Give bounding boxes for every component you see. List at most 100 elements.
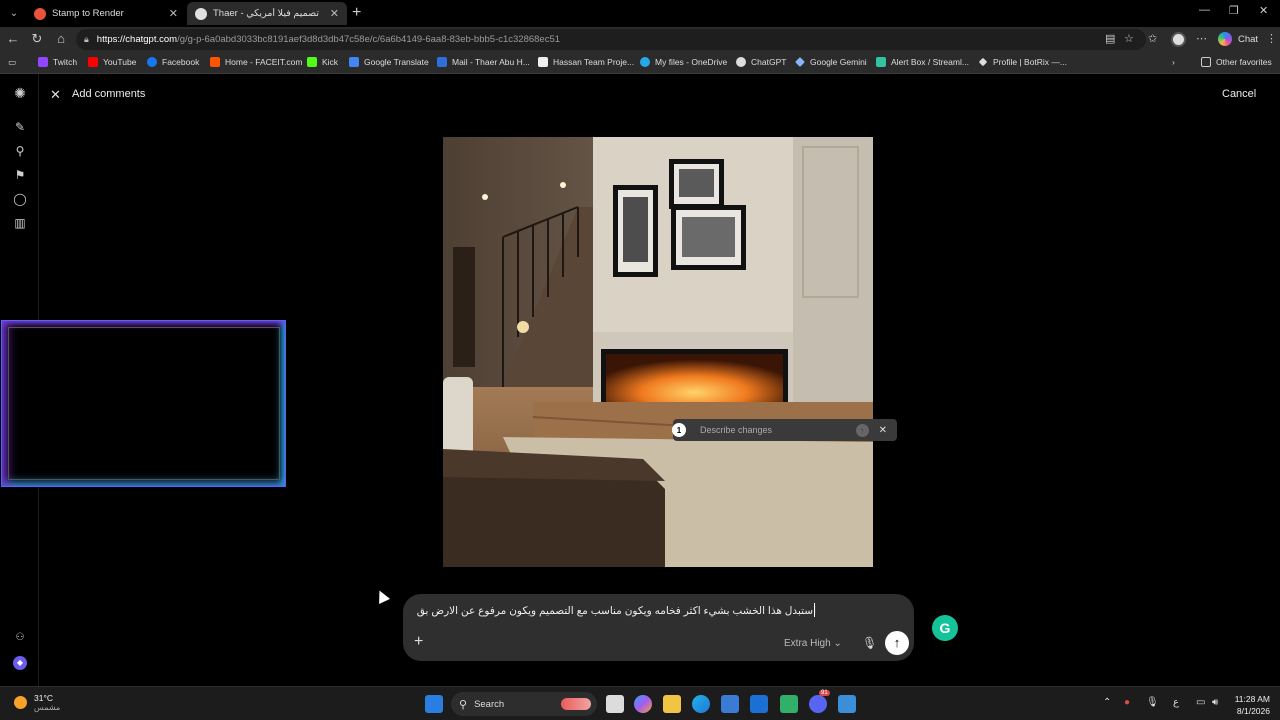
copilot-app-icon[interactable] [634,695,652,713]
discord-badge: 91 [819,690,830,696]
bookmark-alert-box[interactable]: Alert Box / Streaml... [876,57,969,67]
pinned-app-icon[interactable] [838,695,856,713]
clock-time: 11:28 AM [1234,694,1270,704]
team-icon[interactable]: ⚇ [13,631,27,645]
bookmarks-menu-icon[interactable]: ▭ [8,57,16,68]
weather-temp: 31°C [34,693,53,703]
back-button[interactable]: ← [4,31,22,46]
home-button[interactable]: ⌂ [52,31,70,46]
favorite-star-icon[interactable]: ☆ [1124,32,1134,45]
bookmark-hassan-team[interactable]: Hassan Team Proje... [538,57,634,67]
close-window-button[interactable]: ✕ [1259,4,1268,17]
bookmark-youtube[interactable]: YouTube [88,57,136,67]
new-chat-icon[interactable]: ✎ [13,120,27,134]
library-icon[interactable]: ▥ [13,216,27,230]
url-path: /g/g-p-6a0abd3033bc8191aef3d8d3db47c58e/… [177,34,561,45]
tab-favicon-icon [34,7,46,20]
google-translate-icon [349,57,359,67]
sidebar-toggle-icon[interactable]: ⋮ [1266,32,1277,45]
bookmark-chatgpt[interactable]: ChatGPT [736,57,786,67]
kick-icon [307,57,317,67]
prompt-composer: استبدل هذا الخشب بشيء اكثر فخامه ويكون م… [403,594,914,661]
bookmark-mail[interactable]: Mail - Thaer Abu H... [437,57,530,67]
text-caret [814,603,815,617]
prompt-input[interactable]: استبدل هذا الخشب بشيء اكثر فخامه ويكون م… [417,605,816,617]
favorites-icon[interactable]: ✩ [1148,32,1157,45]
comment-number-badge[interactable]: 1 [672,423,686,437]
discord-icon[interactable]: 91 [809,690,830,713]
address-row: ← ↻ ⌂ 🔒︎ https://chatgpt.com/g/g-p-6a0ab… [0,27,1280,52]
bookmark-botrix[interactable]: Profile | BotRix —... [978,57,1067,67]
send-button[interactable]: ↑ [885,631,909,655]
file-explorer-icon[interactable] [663,695,681,713]
bookmarks-overflow-icon[interactable]: › [1172,57,1175,67]
user-avatar-icon[interactable]: ◆ [13,656,27,670]
gemini-icon [795,57,805,67]
more-menu-icon[interactable]: ⋯ [1196,32,1207,45]
profile-avatar[interactable] [1171,32,1186,47]
start-windows-icon[interactable] [425,695,443,713]
tab-thaer-villa[interactable]: Thaer - تصميم فيلا أمريكي ✕ [187,2,347,25]
search-icon[interactable]: ⚲ [13,144,27,158]
microphone-icon[interactable]: 🎙︎ [862,636,877,650]
url-host: https://chatgpt.com [96,34,178,45]
restore-button[interactable]: ❐ [1229,4,1239,17]
close-tab-icon[interactable]: ✕ [169,7,178,20]
bookmark-kick[interactable]: Kick [307,57,338,67]
task-view-icon[interactable] [606,695,624,713]
site-info-icon[interactable]: 🔒︎ [84,34,89,45]
minimize-button[interactable]: — [1199,4,1210,16]
bookmark-faceit[interactable]: Home - FACEIT.com [210,57,302,67]
pin-icon[interactable]: ⚑ [13,168,27,182]
network-icon[interactable]: ▭ [1196,697,1205,708]
generated-image[interactable] [443,137,873,567]
chatgpt-icon [736,57,746,67]
taskbar-search[interactable]: ⚲ Search [451,692,597,716]
copilot-chat-button[interactable]: Chat [1218,32,1258,46]
editor-title: Add comments [72,88,146,100]
store-icon[interactable] [721,695,739,713]
tray-mic-icon[interactable]: 🎙︎ [1146,697,1159,708]
bookmark-gemini[interactable]: Google Gemini [795,57,867,67]
tab-strip: ⌄ Stamp to Render ✕ Thaer - تصميم فيلا أ… [0,0,1280,27]
close-editor-icon[interactable]: ✕ [50,87,61,103]
weather-condition: مشمس [34,703,61,712]
bookmark-facebook[interactable]: Facebook [147,57,199,67]
openai-logo-icon[interactable]: ✺ [13,86,27,100]
bookmark-onedrive[interactable]: My files - OneDrive [640,57,727,67]
tray-app-icon[interactable]: ● [1124,697,1130,708]
describe-changes-input[interactable]: Describe changes [700,425,856,435]
submit-comment-icon[interactable]: ↑ [855,423,869,437]
show-hidden-icons-icon[interactable]: ⌃ [1103,697,1111,708]
stream-overlay-frame [1,320,286,487]
language-indicator[interactable]: ع [1173,697,1179,708]
outlook-icon[interactable] [750,695,768,713]
new-tab-button[interactable]: + [352,4,368,22]
tab-actions-menu[interactable]: ⌄ [4,4,24,22]
refresh-button[interactable]: ↻ [28,31,46,47]
cancel-button[interactable]: Cancel [1222,88,1256,100]
system-clock[interactable]: 11:28 AM 8/1/2026 [1226,693,1270,717]
address-bar[interactable]: 🔒︎ https://chatgpt.com/g/g-p-6a0abd3033b… [76,29,1146,50]
bookmark-google-translate[interactable]: Google Translate [349,57,429,67]
bookmark-twitch[interactable]: Twitch [38,57,77,67]
model-selector[interactable]: Extra High ⌄ [784,638,842,649]
taskbar-search-label: Search [474,698,505,710]
add-attachment-icon[interactable]: + [414,633,423,651]
speaker-icon[interactable]: 🔊︎ [1212,697,1218,708]
weather-widget[interactable]: 31°C مشمس [14,693,60,712]
chatgpt-favicon-icon [195,7,207,20]
folder-icon [1201,57,1211,67]
edge-icon[interactable] [692,695,710,713]
xbox-app-icon[interactable] [780,695,798,713]
copilot-label: Chat [1238,33,1259,45]
tab-stamp-to-render[interactable]: Stamp to Render ✕ [26,2,186,25]
other-favorites-folder[interactable]: Other favorites [1201,57,1272,67]
reading-view-icon[interactable]: ▤ [1105,32,1115,45]
close-tab-icon[interactable]: ✕ [330,7,339,20]
grammarly-icon[interactable]: G [932,615,958,641]
chatgpt-app: ✺ ✎ ⚲ ⚑ ◯ ▥ ⚇ ◆ ✕ Add comments Cancel 1 … [0,74,1280,686]
botrix-icon [978,57,988,67]
close-comment-icon[interactable]: ✕ [879,425,887,436]
chat-bubble-icon[interactable]: ◯ [13,192,27,206]
